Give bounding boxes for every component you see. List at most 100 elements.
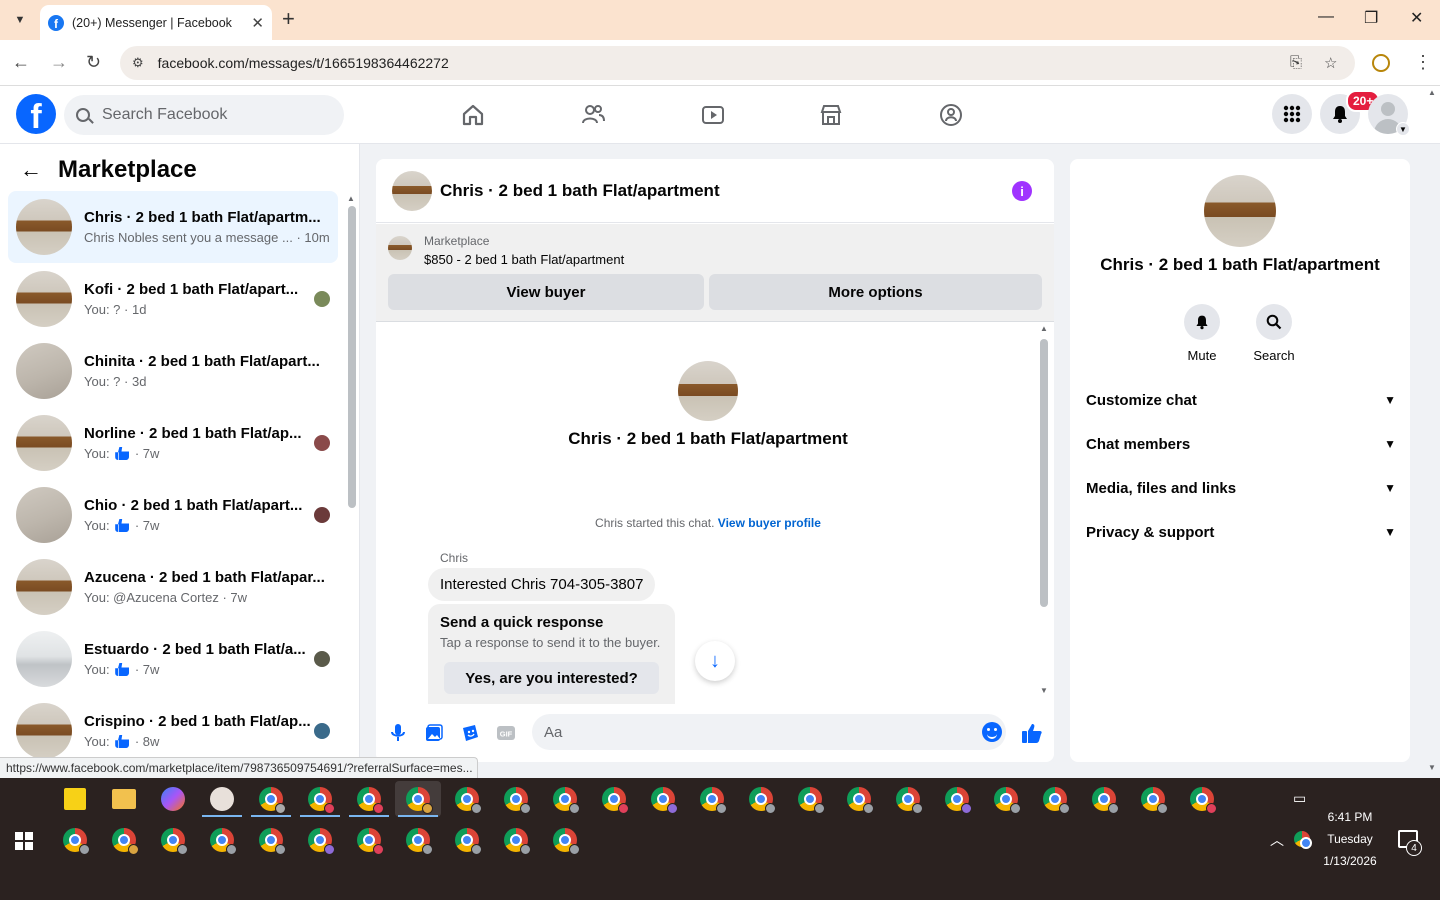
clock-time[interactable]: 6:41 PM [1310, 810, 1390, 824]
listing-title[interactable]: $850 - 2 bed 1 bath Flat/apartment [424, 252, 624, 267]
chrome-tray-icon[interactable] [1294, 831, 1312, 849]
conversation-item[interactable]: Azucena · 2 bed 1 bath Flat/apar... You:… [8, 551, 338, 623]
chrome-profile-icon[interactable] [945, 787, 972, 814]
chrome-profile-icon[interactable] [798, 787, 825, 814]
tab-close-icon[interactable]: ✕ [251, 14, 264, 32]
clock-date[interactable]: 1/13/2026 [1310, 854, 1390, 868]
bookmark-star-icon[interactable]: ☆ [1324, 54, 1337, 72]
chrome-profile-icon[interactable] [308, 787, 335, 814]
scroll-to-bottom-icon[interactable]: ↓ [695, 641, 735, 681]
photo-icon[interactable] [424, 723, 444, 743]
file-explorer-icon[interactable] [112, 789, 136, 809]
gif-icon[interactable]: GIF [496, 723, 516, 743]
chrome-profile-icon[interactable] [1043, 787, 1070, 814]
chrome-profile-icon[interactable] [63, 828, 90, 855]
message-bubble[interactable]: Interested Chris 704-305-3807 [428, 568, 656, 601]
conversation-item[interactable]: Kofi · 2 bed 1 bath Flat/apart... You: ?… [8, 263, 338, 335]
forward-icon[interactable]: → [50, 52, 68, 73]
conversation-item[interactable]: Chris · 2 bed 1 bath Flat/apartm... Chri… [8, 191, 338, 263]
chrome-profile-icon[interactable] [406, 828, 433, 855]
sticky-notes-icon[interactable] [64, 788, 86, 810]
marketplace-icon[interactable] [816, 100, 846, 130]
tab-search-dropdown-icon[interactable]: ▼ [8, 8, 32, 32]
chrome-profile-icon[interactable] [1190, 787, 1217, 814]
more-options-button[interactable]: More options [709, 274, 1042, 310]
minimize-icon[interactable]: — [1318, 8, 1334, 26]
video-icon[interactable] [698, 100, 728, 130]
search-in-chat-button[interactable]: Search [1244, 304, 1304, 363]
chrome-profile-icon[interactable] [749, 787, 776, 814]
groups-icon[interactable] [936, 100, 966, 130]
mute-button[interactable]: Mute [1172, 304, 1232, 363]
window-close-icon[interactable]: ✕ [1410, 8, 1423, 28]
chrome-profile-icon[interactable] [308, 828, 335, 855]
chrome-profile-icon[interactable] [455, 828, 482, 855]
chrome-profile-icon[interactable] [1141, 787, 1168, 814]
chrome-profile-icon[interactable] [504, 787, 531, 814]
chrome-profile-icon[interactable] [602, 787, 629, 814]
chrome-profile-icon[interactable] [700, 787, 727, 814]
conversation-item[interactable]: Chinita · 2 bed 1 bath Flat/apart... You… [8, 335, 338, 407]
chrome-profile-icon[interactable] [847, 787, 874, 814]
display-icon[interactable]: ▭ [1293, 790, 1306, 807]
like-thumb-icon[interactable] [1020, 721, 1044, 745]
conversation-item[interactable]: Estuardo · 2 bed 1 bath Flat/a... You: ·… [8, 623, 338, 695]
chrome-profile-icon[interactable] [112, 828, 139, 855]
conversation-item[interactable]: Chio · 2 bed 1 bath Flat/apart... You: ·… [8, 479, 338, 551]
back-arrow-icon[interactable]: ← [20, 157, 42, 183]
microphone-icon[interactable] [388, 723, 408, 743]
sticker-icon[interactable] [460, 723, 480, 743]
back-icon[interactable]: ← [12, 52, 30, 73]
home-icon[interactable] [458, 100, 488, 130]
browser-tab-messenger[interactable]: f (20+) Messenger | Facebook ✕ [40, 5, 272, 40]
chat-avatar[interactable] [392, 170, 432, 211]
chat-scroll-down-icon[interactable]: ▼ [1040, 686, 1048, 695]
chrome-profile-icon[interactable] [357, 787, 384, 814]
quick-response-option-button[interactable]: Yes, are you interested? [444, 662, 659, 694]
chrome-profile-icon[interactable] [406, 787, 433, 814]
chat-scrollbar[interactable] [1040, 339, 1048, 607]
message-input[interactable] [532, 714, 1006, 750]
privacy-support-section[interactable]: Privacy & support ▼ [1086, 512, 1396, 552]
menu-grid-icon[interactable] [1272, 94, 1312, 134]
chat-title[interactable]: Chris · 2 bed 1 bath Flat/apartment [440, 181, 720, 201]
maximize-icon[interactable]: ❐ [1364, 8, 1378, 28]
reload-icon[interactable]: ↻ [86, 52, 101, 73]
chrome-profile-icon[interactable] [161, 828, 188, 855]
conversation-item[interactable]: Norline · 2 bed 1 bath Flat/ap... You: ·… [8, 407, 338, 479]
info-icon[interactable]: i [1012, 181, 1032, 201]
account-chevron-icon[interactable]: ▼ [1396, 122, 1410, 136]
paint-icon[interactable] [210, 787, 234, 811]
chrome-profile-icon[interactable] [455, 787, 482, 814]
windows-start-icon[interactable] [15, 832, 33, 850]
scroll-up-arrow-icon[interactable]: ▲ [347, 194, 355, 203]
copilot-icon[interactable] [161, 787, 185, 811]
chrome-profile-icon[interactable] [357, 828, 384, 855]
emoji-icon[interactable] [982, 722, 1002, 742]
list-scrollbar[interactable] [348, 206, 356, 508]
chrome-profile-icon[interactable] [896, 787, 923, 814]
media-files-links-section[interactable]: Media, files and links ▼ [1086, 468, 1396, 508]
new-tab-icon[interactable]: + [282, 8, 295, 30]
page-scroll-up-icon[interactable]: ▲ [1428, 88, 1436, 97]
facebook-search-box[interactable]: Search Facebook [64, 95, 344, 135]
url-text[interactable]: facebook.com/messages/t/1665198364462272 [158, 55, 449, 71]
clock-day[interactable]: Tuesday [1310, 832, 1390, 846]
site-settings-icon[interactable]: ⚙ [132, 55, 144, 71]
chrome-profile-icon[interactable] [504, 828, 531, 855]
facebook-logo-icon[interactable]: f [16, 94, 56, 134]
omnibox[interactable]: ⚙ facebook.com/messages/t/16651983644622… [120, 46, 1355, 80]
chrome-profile-icon[interactable] [553, 787, 580, 814]
install-app-icon[interactable]: ⎘ [1290, 54, 1302, 71]
chrome-profile-icon[interactable] [994, 787, 1021, 814]
chrome-profile-icon[interactable] [210, 828, 237, 855]
chrome-profile-icon[interactable] [553, 828, 580, 855]
browser-menu-icon[interactable]: ⋮ [1414, 52, 1432, 73]
page-scroll-down-icon[interactable]: ▼ [1428, 763, 1436, 772]
chrome-profile-icon[interactable] [651, 787, 678, 814]
chat-scroll-up-icon[interactable]: ▲ [1040, 324, 1048, 333]
chrome-profile-icon[interactable] [259, 787, 286, 814]
chat-members-section[interactable]: Chat members ▼ [1086, 424, 1396, 464]
friends-icon[interactable] [578, 100, 608, 130]
view-buyer-profile-link[interactable]: View buyer profile [718, 516, 821, 530]
